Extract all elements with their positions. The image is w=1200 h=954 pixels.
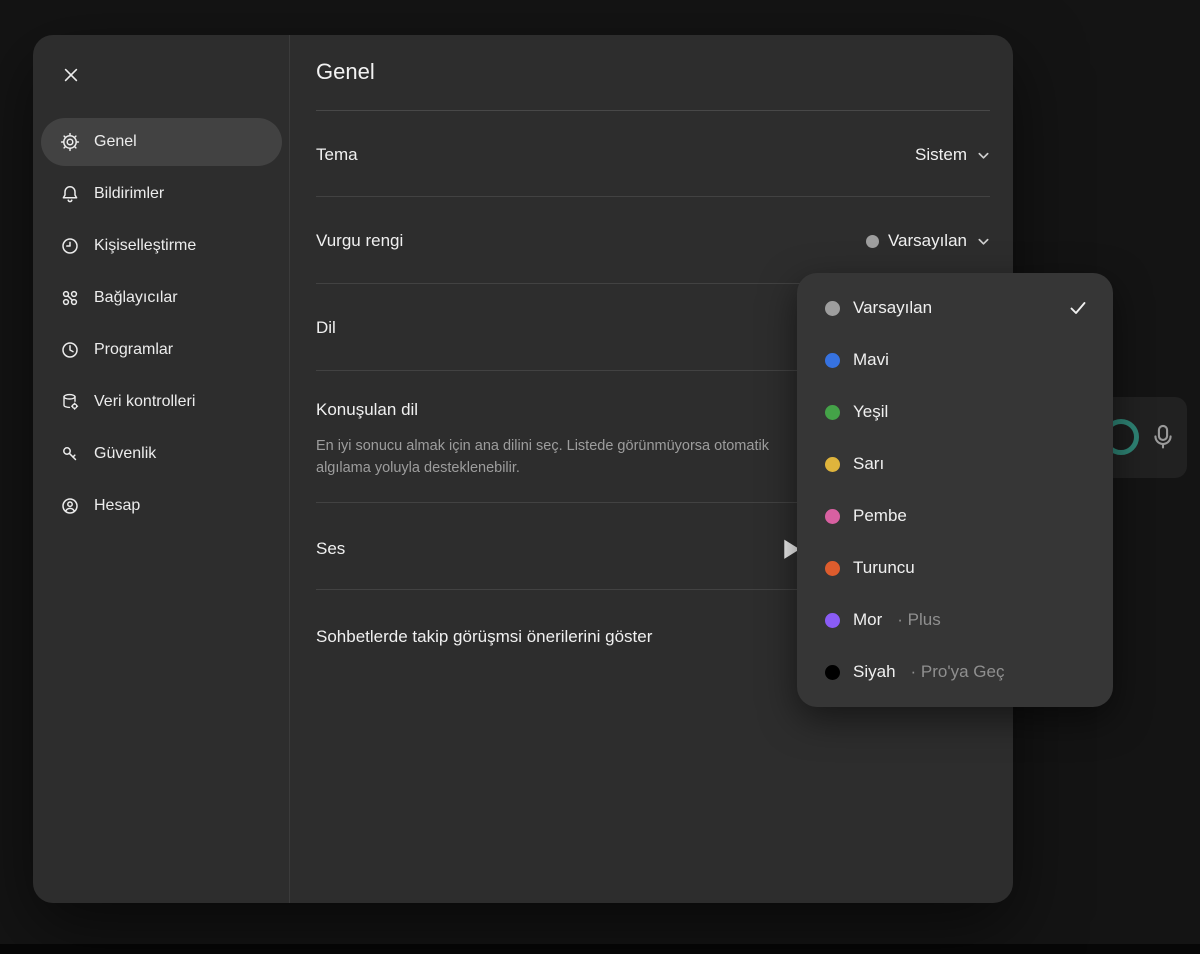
menu-item-pink[interactable]: Pembe <box>797 490 1113 542</box>
security-icon <box>60 444 80 464</box>
divider <box>316 196 990 197</box>
screen-bottom-edge <box>0 944 1200 954</box>
menu-item-label: Pembe <box>853 506 907 526</box>
color-dot-green <box>825 405 840 420</box>
clock-icon <box>60 340 80 360</box>
menu-item-purple[interactable]: Mor · Plus <box>797 594 1113 646</box>
sidebar-item-connectors[interactable]: Bağlayıcılar <box>41 274 282 322</box>
menu-item-label: Siyah <box>853 662 896 682</box>
color-dot-yellow <box>825 457 840 472</box>
sidebar-nav: Genel Bildirimler Kişi <box>41 118 282 534</box>
accent-color-row: Vurgu rengi Varsayılan <box>316 221 990 261</box>
sidebar-item-schedules[interactable]: Programlar <box>41 326 282 374</box>
color-dot-blue <box>825 353 840 368</box>
accent-color-label: Vurgu rengi <box>316 231 403 251</box>
sidebar-item-security[interactable]: Güvenlik <box>41 430 282 478</box>
sidebar-item-label: Genel <box>94 133 137 151</box>
plan-badge: · Plus <box>897 610 940 630</box>
close-icon[interactable] <box>55 59 87 91</box>
gear-icon <box>60 132 80 152</box>
sidebar-item-personalization[interactable]: Kişiselleştirme <box>41 222 282 270</box>
database-gear-icon <box>60 392 80 412</box>
theme-label: Tema <box>316 145 358 165</box>
sidebar-item-label: Bildirimler <box>94 185 164 203</box>
followup-suggestions-label: Sohbetlerde takip görüşmsi önerilerini g… <box>316 627 652 647</box>
sidebar-item-label: Güvenlik <box>94 445 156 463</box>
sidebar-item-label: Bağlayıcılar <box>94 289 178 307</box>
accent-color-value: Varsayılan <box>888 231 967 251</box>
page-title: Genel <box>316 59 375 85</box>
spoken-language-label: Konuşulan dil <box>316 400 418 420</box>
menu-item-blue[interactable]: Mavi <box>797 334 1113 386</box>
menu-item-label: Yeşil <box>853 402 888 422</box>
voice-label: Ses <box>316 539 345 559</box>
accent-color-dot <box>866 235 879 248</box>
color-dot-black <box>825 665 840 680</box>
sidebar-item-label: Veri kontrolleri <box>94 393 195 411</box>
sidebar-item-account[interactable]: Hesap <box>41 482 282 530</box>
settings-sidebar: Genel Bildirimler Kişi <box>33 35 290 903</box>
menu-item-label: Sarı <box>853 454 884 474</box>
sidebar-item-notifications[interactable]: Bildirimler <box>41 170 282 218</box>
account-icon <box>60 496 80 516</box>
connectors-icon <box>60 288 80 308</box>
theme-select[interactable]: Sistem <box>915 145 990 165</box>
menu-item-label: Turuncu <box>853 558 915 578</box>
menu-item-yellow[interactable]: Sarı <box>797 438 1113 490</box>
spoken-language-description: En iyi sonucu almak için ana dilini seç.… <box>316 435 818 480</box>
color-dot-orange <box>825 561 840 576</box>
menu-item-orange[interactable]: Turuncu <box>797 542 1113 594</box>
accent-color-menu: Varsayılan Mavi Yeşil Sarı Pembe Turuncu… <box>797 273 1113 707</box>
sidebar-item-label: Hesap <box>94 497 140 515</box>
chevron-down-icon <box>977 149 990 162</box>
plan-badge: · Pro'ya Geç <box>911 662 1005 682</box>
theme-row: Tema Sistem <box>316 135 990 175</box>
color-dot-default <box>825 301 840 316</box>
accent-color-select[interactable]: Varsayılan <box>866 231 990 251</box>
sidebar-item-label: Kişiselleştirme <box>94 237 196 255</box>
sidebar-item-data-controls[interactable]: Veri kontrolleri <box>41 378 282 426</box>
color-dot-pink <box>825 509 840 524</box>
menu-item-black[interactable]: Siyah · Pro'ya Geç <box>797 646 1113 698</box>
menu-item-label: Mor <box>853 610 882 630</box>
sidebar-item-label: Programlar <box>94 341 173 359</box>
menu-item-green[interactable]: Yeşil <box>797 386 1113 438</box>
menu-item-label: Varsayılan <box>853 298 932 318</box>
personalization-icon <box>60 236 80 256</box>
sidebar-item-general[interactable]: Genel <box>41 118 282 166</box>
bell-icon <box>60 184 80 204</box>
menu-item-label: Mavi <box>853 350 889 370</box>
chevron-down-icon <box>977 235 990 248</box>
divider <box>316 110 990 111</box>
microphone-icon[interactable] <box>1149 423 1177 451</box>
check-icon <box>1069 299 1087 317</box>
color-dot-purple <box>825 613 840 628</box>
language-label: Dil <box>316 318 336 338</box>
menu-item-default[interactable]: Varsayılan <box>797 282 1113 334</box>
theme-value: Sistem <box>915 145 967 165</box>
